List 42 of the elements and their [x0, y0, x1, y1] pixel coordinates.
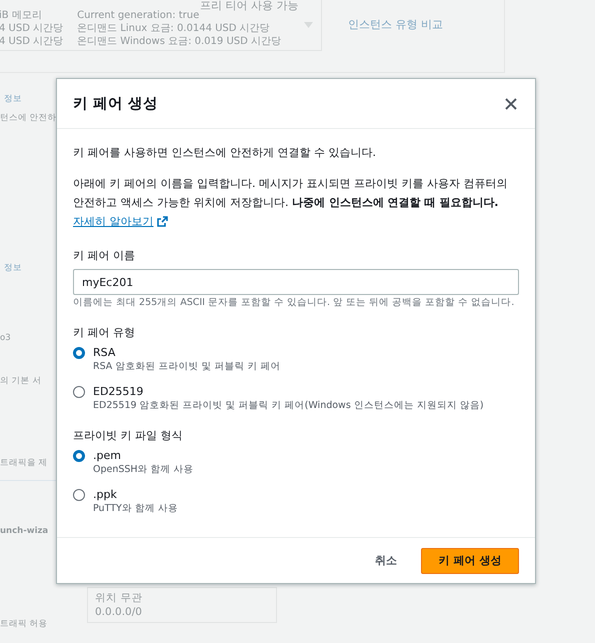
background-text: 트래픽 허용 — [0, 618, 48, 631]
option-label: .pem — [93, 449, 122, 463]
instance-detail-text: 온디맨드 Linux 요금: 0.0144 USD 시간당 — [77, 22, 271, 35]
instance-detail-text: 온디맨드 Windows 요금: 0.019 USD 시간당 — [77, 35, 281, 48]
radio-button[interactable] — [73, 347, 85, 359]
option-description: RSA 암호화된 프라이빗 및 퍼블릭 키 페어 — [93, 360, 282, 374]
group-label: 키 페어 유형 — [73, 326, 136, 340]
info-link[interactable]: 정보 — [0, 262, 22, 275]
intro-text: 키 페어를 사용하면 인스턴스에 안전하게 연결할 수 있습니다. — [73, 145, 377, 161]
background-text: unch-wiza — [0, 525, 48, 538]
radio-button[interactable] — [73, 450, 85, 462]
option-description: OpenSSH와 함께 사용 — [93, 463, 195, 477]
background-text: 의 기본 서 — [0, 375, 42, 388]
option-label: ED25519 — [93, 385, 144, 399]
group-label: 프라이빗 키 파일 형식 — [73, 429, 184, 443]
background-text: o3 — [0, 332, 11, 345]
external-link-icon — [156, 216, 168, 227]
cancel-button[interactable]: 취소 — [373, 549, 399, 572]
instance-detail-text: iB 메모리 — [0, 9, 43, 22]
caret-icon — [304, 22, 313, 28]
source-select[interactable]: 위치 무관 0.0.0.0/0 — [87, 587, 277, 623]
option-label: RSA — [93, 346, 116, 360]
background-text: 트래픽을 제 — [0, 457, 48, 470]
dialog-title: 키 페어 생성 — [73, 95, 158, 113]
option-label: .ppk — [93, 488, 118, 502]
field-label: 키 페어 이름 — [73, 249, 136, 263]
instance-detail-text: Current generation: true — [77, 9, 200, 22]
description-text: 아래에 키 페어의 이름을 입력합니다. 메시지가 표시되면 프라이빗 키를 사용자 컴퓨터의 안전하고 액세스 가능한 위치에 저장합니다. 나중에 인스턴스에 연결할 때 필요합니다. 자세히 알아보기 — [73, 174, 519, 231]
create-button[interactable]: 키 페어 생성 — [421, 548, 519, 574]
learn-more-link[interactable]: 자세히 알아보기 — [73, 212, 168, 231]
radio-button[interactable] — [73, 489, 85, 501]
option-description: ED25519 암호화된 프라이빗 및 퍼블릭 키 페어(Windows 인스턴스에는 지원되지 않음) — [93, 399, 485, 413]
key-pair-name-field[interactable]: myEc201 — [73, 269, 519, 295]
field-hint: 이름에는 최대 255개의 ASCII 문자를 포함할 수 있습니다. 앞 또는 뒤에 공백을 포함할 수 없습니다. — [73, 296, 516, 310]
info-link[interactable]: 정보 — [0, 93, 22, 106]
radio-button[interactable] — [73, 386, 85, 398]
close-button[interactable] — [503, 96, 519, 112]
close-icon — [505, 98, 517, 110]
option-description: PuTTY와 함께 사용 — [93, 502, 179, 516]
background-text: 턴스에 안전하 — [0, 112, 57, 125]
free-tier-label: 프리 티어 사용 가능 — [200, 0, 298, 13]
compare-link[interactable]: 인스턴스 유형 비교 — [348, 17, 443, 31]
